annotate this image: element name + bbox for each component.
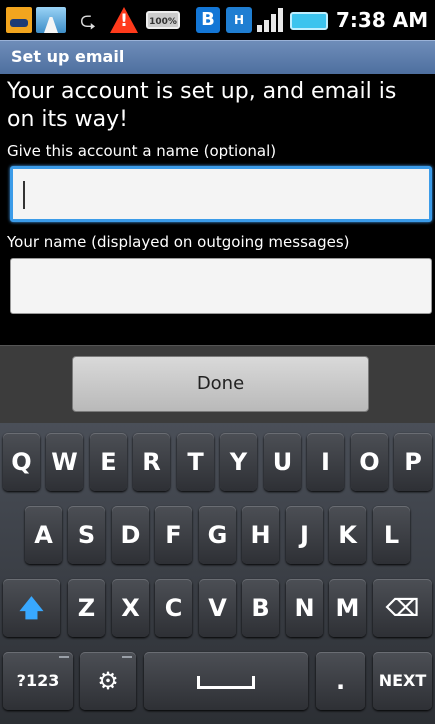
key-u[interactable]: U	[264, 433, 301, 491]
key-c[interactable]: C	[155, 579, 192, 637]
your-name-label: Your name (displayed on outgoing message…	[7, 233, 350, 251]
key-o[interactable]: O	[351, 433, 388, 491]
key-d[interactable]: D	[112, 506, 149, 564]
key-k[interactable]: K	[329, 506, 366, 564]
signal-icon	[256, 7, 284, 33]
key-m[interactable]: M	[329, 579, 366, 637]
key-a[interactable]: A	[25, 506, 62, 564]
key-j[interactable]: J	[286, 506, 323, 564]
space-icon	[197, 675, 255, 689]
backspace-icon: ⌫	[385, 594, 420, 622]
space-key[interactable]	[144, 652, 308, 710]
next-key[interactable]: NEXT	[373, 652, 432, 710]
key-v[interactable]: V	[199, 579, 236, 637]
usb-icon: ⮎	[79, 8, 97, 32]
text-caret	[23, 181, 25, 209]
button-bar: Done	[0, 345, 435, 423]
page-title: Set up email	[11, 47, 125, 66]
battery-full-icon: 100%	[146, 11, 180, 29]
key-t[interactable]: T	[177, 433, 214, 491]
voicemail-icon	[6, 7, 32, 33]
title-bar: Set up email	[0, 40, 435, 74]
your-name-input[interactable]	[10, 258, 432, 314]
shift-key[interactable]: 🡅	[3, 579, 60, 637]
key-g[interactable]: G	[199, 506, 236, 564]
period-key[interactable]: .	[316, 652, 365, 710]
road-icon	[36, 7, 66, 33]
done-button[interactable]: Done	[72, 356, 369, 412]
key-w[interactable]: W	[46, 433, 83, 491]
key-n[interactable]: N	[286, 579, 323, 637]
key-q[interactable]: Q	[3, 433, 40, 491]
backspace-key[interactable]: ⌫	[373, 579, 432, 637]
key-b[interactable]: B	[242, 579, 279, 637]
account-name-input[interactable]	[10, 166, 432, 222]
settings-key[interactable]: ⚙	[80, 652, 136, 710]
status-time: 7:38 AM	[336, 8, 429, 32]
warning-icon	[110, 7, 138, 33]
shift-icon: 🡅	[19, 594, 44, 622]
key-x[interactable]: X	[112, 579, 149, 637]
key-s[interactable]: S	[68, 506, 105, 564]
key-f[interactable]: F	[155, 506, 192, 564]
account-name-label: Give this account a name (optional)	[7, 142, 277, 160]
battery-icon	[290, 12, 328, 30]
key-h[interactable]: H	[242, 506, 279, 564]
soft-keyboard: Q W E R T Y U I O P A S D F G H J K L 🡅 …	[0, 423, 435, 724]
symbols-key[interactable]: ?123	[3, 652, 73, 710]
key-p[interactable]: P	[394, 433, 432, 491]
data-hplus-icon: H	[226, 7, 252, 33]
key-y[interactable]: Y	[220, 433, 257, 491]
key-r[interactable]: R	[133, 433, 170, 491]
key-i[interactable]: I	[307, 433, 344, 491]
setup-headline: Your account is set up, and email is on …	[7, 79, 397, 132]
key-e[interactable]: E	[90, 433, 127, 491]
key-l[interactable]: L	[373, 506, 410, 564]
settings-icon: ⚙	[97, 667, 119, 695]
status-bar: ⮎ 100% B H 7:38 AM	[0, 0, 435, 40]
key-z[interactable]: Z	[68, 579, 105, 637]
bluetooth-icon: B	[196, 7, 220, 33]
